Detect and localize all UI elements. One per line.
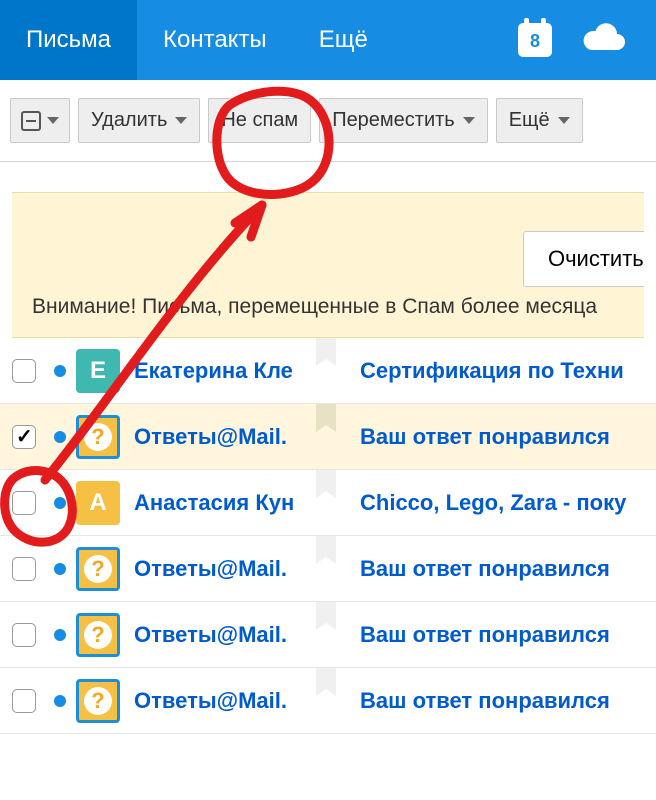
move-button[interactable]: Переместить: [319, 98, 488, 143]
email-row[interactable]: Ответы@Mail. Ваш ответ понравился: [0, 404, 656, 470]
email-row[interactable]: Ответы@Mail. Ваш ответ понравился: [0, 536, 656, 602]
bookmark-flag-icon[interactable]: [316, 404, 336, 432]
email-row[interactable]: Е Екатерина Кле Сертификация по Техни: [0, 338, 656, 404]
sender-name: Ответы@Mail.: [134, 424, 318, 450]
unread-dot-icon: [54, 563, 66, 575]
chevron-down-icon: [175, 117, 187, 124]
nav-tab-contacts[interactable]: Контакты: [137, 0, 293, 80]
bookmark-flag-icon[interactable]: [316, 668, 336, 696]
email-checkbox[interactable]: [12, 425, 36, 449]
delete-button[interactable]: Удалить: [78, 98, 200, 143]
sender-avatar: Е: [76, 349, 120, 393]
sender-name: Ответы@Mail.: [134, 688, 318, 714]
sender-name: Анастасия Кун: [134, 490, 318, 516]
bookmark-flag-icon[interactable]: [316, 536, 336, 564]
sender-avatar: [76, 415, 120, 459]
email-checkbox[interactable]: [12, 557, 36, 581]
spam-notice-box: Очистить па Внимание! Письма, перемещенн…: [12, 192, 644, 338]
email-subject: Ваш ответ понравился: [360, 688, 610, 714]
email-subject: Chicco, Lego, Zara - поку: [360, 490, 626, 516]
nav-tab-mail[interactable]: Письма: [0, 0, 137, 80]
email-row[interactable]: Ответы@Mail. Ваш ответ понравился: [0, 668, 656, 734]
email-subject: Ваш ответ понравился: [360, 622, 610, 648]
calendar-date: 8: [518, 26, 552, 57]
unread-dot-icon: [54, 629, 66, 641]
select-mode-icon: [21, 111, 41, 131]
email-checkbox[interactable]: [12, 689, 36, 713]
email-subject: Сертификация по Техни: [360, 358, 624, 384]
action-toolbar: Удалить Не спам Переместить Ещё: [0, 80, 656, 162]
chevron-down-icon: [558, 117, 570, 124]
sender-name: Ответы@Mail.: [134, 622, 318, 648]
sender-name: Ответы@Mail.: [134, 556, 318, 582]
bookmark-flag-icon[interactable]: [316, 602, 336, 630]
email-checkbox[interactable]: [12, 359, 36, 383]
not-spam-button[interactable]: Не спам: [208, 98, 311, 143]
email-row[interactable]: Ответы@Mail. Ваш ответ понравился: [0, 602, 656, 668]
nav-tab-more[interactable]: Ещё: [293, 0, 394, 80]
clear-folder-button[interactable]: Очистить па: [523, 231, 644, 287]
sender-avatar: [76, 547, 120, 591]
unread-dot-icon: [54, 365, 66, 377]
move-label: Переместить: [332, 109, 455, 132]
unread-dot-icon: [54, 497, 66, 509]
sender-avatar: [76, 613, 120, 657]
email-subject: Ваш ответ понравился: [360, 424, 610, 450]
spam-notice-text: Внимание! Письма, перемещенные в Спам бо…: [32, 295, 624, 319]
email-checkbox[interactable]: [12, 623, 36, 647]
not-spam-label: Не спам: [221, 109, 298, 132]
email-list: Е Екатерина Кле Сертификация по Техни Ответ…: [0, 338, 656, 734]
email-checkbox[interactable]: [12, 491, 36, 515]
email-row[interactable]: А Анастасия Кун Chicco, Lego, Zara - поку: [0, 470, 656, 536]
unread-dot-icon: [54, 431, 66, 443]
bookmark-flag-icon[interactable]: [316, 338, 336, 366]
sender-avatar: А: [76, 481, 120, 525]
toolbar-more-label: Ещё: [509, 109, 550, 132]
delete-label: Удалить: [91, 109, 167, 132]
sender-avatar: [76, 679, 120, 723]
select-all-button[interactable]: [10, 98, 70, 143]
bookmark-flag-icon[interactable]: [316, 470, 336, 498]
toolbar-more-button[interactable]: Ещё: [496, 98, 583, 143]
top-navbar: Письма Контакты Ещё 8: [0, 0, 656, 80]
unread-dot-icon: [54, 695, 66, 707]
cloud-icon[interactable]: [582, 20, 626, 60]
email-subject: Ваш ответ понравился: [360, 556, 610, 582]
chevron-down-icon: [463, 117, 475, 124]
sender-name: Екатерина Кле: [134, 358, 318, 384]
chevron-down-icon: [47, 117, 59, 124]
calendar-icon[interactable]: 8: [518, 23, 552, 57]
